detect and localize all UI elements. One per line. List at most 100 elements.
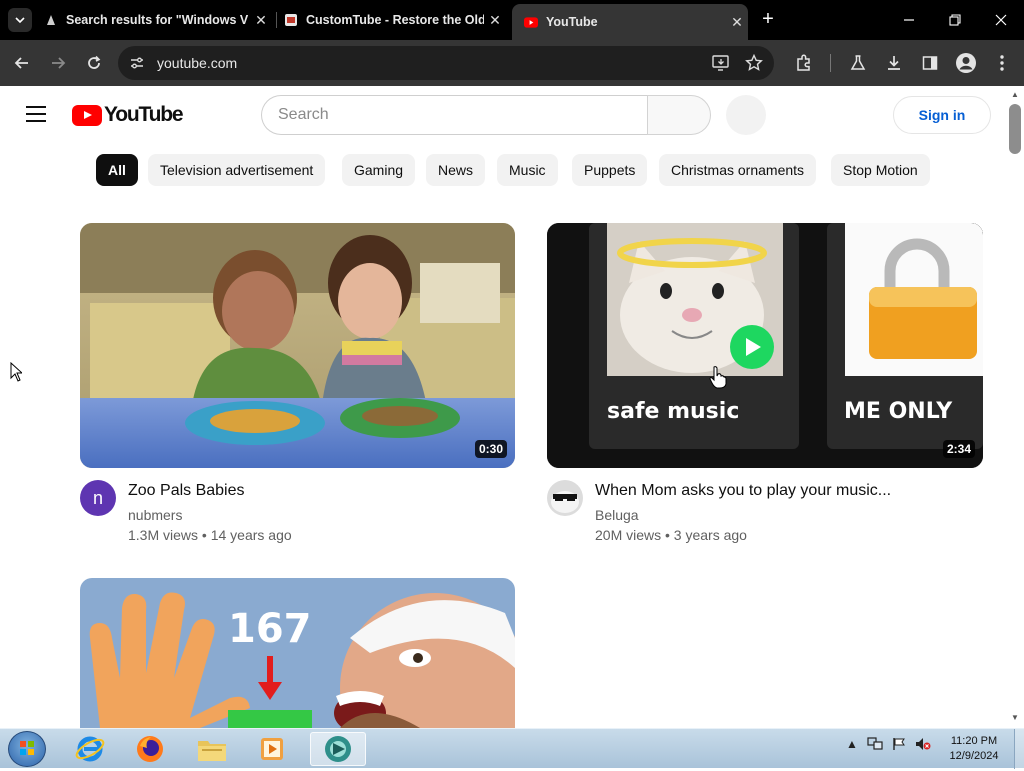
minimize-button[interactable] bbox=[886, 0, 932, 40]
youtube-logo[interactable]: YouTube bbox=[72, 103, 184, 127]
search-bar bbox=[261, 95, 711, 135]
scroll-down-arrow[interactable]: ▼ bbox=[1010, 713, 1020, 723]
search-engine-icon bbox=[44, 13, 58, 27]
show-hidden-icons-button[interactable]: ▲ bbox=[843, 735, 861, 753]
tab-customtube[interactable]: CustomTube - Restore the Old ✕ bbox=[284, 6, 506, 34]
network-icon[interactable] bbox=[866, 735, 884, 753]
tab-search-button[interactable] bbox=[8, 8, 32, 32]
close-icon[interactable]: ✕ bbox=[726, 14, 748, 31]
forward-button[interactable] bbox=[44, 49, 72, 77]
avatar-letter: n bbox=[92, 487, 103, 508]
video-title[interactable]: Zoo Pals Babies bbox=[128, 482, 245, 500]
browser-menu-button[interactable] bbox=[988, 49, 1016, 77]
browser-tab-bar: Search results for "Windows V ✕ CustomTu… bbox=[0, 0, 1024, 40]
extensions-button[interactable] bbox=[790, 49, 818, 77]
thumbnail-image: 167 bbox=[80, 578, 515, 728]
bookmark-star-icon[interactable] bbox=[743, 52, 765, 74]
logo-text: YouTube bbox=[104, 103, 184, 126]
new-tab-button[interactable]: + bbox=[756, 8, 780, 32]
youtube-play-logo-icon bbox=[72, 104, 102, 126]
taskbar-clock[interactable]: 11:20 PM 12/9/2024 bbox=[942, 734, 1006, 764]
page-scrollbar-thumb[interactable] bbox=[1009, 104, 1021, 154]
search-button[interactable] bbox=[647, 95, 711, 135]
channel-avatar[interactable] bbox=[547, 480, 583, 516]
minimize-icon bbox=[904, 19, 914, 21]
side-panel-button[interactable] bbox=[916, 49, 944, 77]
profile-button[interactable] bbox=[952, 49, 980, 77]
flask-icon bbox=[850, 55, 866, 70]
restore-button[interactable] bbox=[932, 0, 978, 40]
taskbar-media-player[interactable] bbox=[246, 732, 298, 766]
hamburger-icon bbox=[26, 106, 46, 108]
video-metadata: 1.3M views • 14 years ago bbox=[128, 527, 292, 543]
chip-christmas-ornaments[interactable]: Christmas ornaments bbox=[659, 154, 817, 186]
address-bar[interactable]: youtube.com bbox=[118, 46, 774, 80]
close-window-button[interactable] bbox=[978, 0, 1024, 40]
volume-muted-icon[interactable] bbox=[914, 735, 932, 753]
video-thumbnail-zoo-pals[interactable]: 0:30 bbox=[80, 223, 515, 468]
chip-puppets[interactable]: Puppets bbox=[572, 154, 648, 186]
more-vertical-icon bbox=[1000, 55, 1004, 71]
guide-menu-button[interactable] bbox=[22, 100, 50, 128]
downloads-button[interactable] bbox=[880, 49, 908, 77]
show-desktop-button[interactable] bbox=[1014, 729, 1024, 769]
site-settings-icon[interactable] bbox=[128, 54, 146, 72]
close-icon[interactable]: ✕ bbox=[250, 12, 272, 29]
tab-divider bbox=[276, 12, 277, 28]
browser-app-icon bbox=[325, 736, 351, 762]
action-center-flag-icon[interactable] bbox=[890, 735, 908, 753]
tab-title: CustomTube - Restore the Old bbox=[306, 13, 484, 27]
beluga-avatar-icon bbox=[547, 480, 583, 516]
firefox-icon bbox=[137, 736, 163, 762]
voice-search-button[interactable] bbox=[726, 95, 766, 135]
chip-music[interactable]: Music bbox=[497, 154, 558, 186]
customtube-icon bbox=[284, 13, 298, 27]
install-app-icon[interactable] bbox=[710, 52, 732, 74]
puzzle-icon bbox=[797, 54, 810, 71]
tab-search-results[interactable]: Search results for "Windows V ✕ bbox=[44, 6, 272, 34]
video-duration: 0:30 bbox=[474, 440, 507, 458]
taskbar-browser[interactable] bbox=[310, 732, 366, 766]
tab-title: YouTube bbox=[546, 15, 598, 29]
chip-all[interactable]: All bbox=[96, 154, 138, 186]
channel-name[interactable]: nubmers bbox=[128, 507, 182, 523]
video-thumbnail-mom-music[interactable]: safe music ME ONLY 2:34 bbox=[547, 223, 983, 468]
chevron-down-icon bbox=[15, 17, 25, 24]
taskbar-firefox[interactable] bbox=[124, 732, 176, 766]
taskbar-file-explorer[interactable] bbox=[186, 732, 238, 766]
video-metadata: 20M views • 3 years ago bbox=[595, 527, 747, 543]
close-icon bbox=[995, 14, 1007, 26]
close-icon[interactable]: ✕ bbox=[484, 12, 506, 29]
reload-button[interactable] bbox=[80, 49, 108, 77]
chip-stop-motion[interactable]: Stop Motion bbox=[831, 154, 930, 186]
channel-avatar[interactable]: n bbox=[80, 480, 116, 516]
video-title[interactable]: When Mom asks you to play your music... bbox=[595, 482, 891, 500]
channel-name[interactable]: Beluga bbox=[595, 507, 639, 523]
mouse-pointer-icon bbox=[10, 362, 22, 382]
download-icon bbox=[888, 56, 900, 70]
video-thumbnail-167[interactable]: 167 bbox=[80, 578, 515, 728]
sign-in-button[interactable]: Sign in bbox=[893, 96, 991, 134]
thumbnail-image bbox=[80, 223, 515, 468]
windows-logo-icon bbox=[20, 741, 34, 755]
start-button[interactable] bbox=[8, 731, 46, 767]
back-button[interactable] bbox=[8, 49, 36, 77]
tab-title: Search results for "Windows V bbox=[66, 13, 249, 27]
video-duration: 2:34 bbox=[942, 440, 975, 458]
taskbar-internet-explorer[interactable] bbox=[64, 732, 116, 766]
thumbnail-text-left: safe music bbox=[607, 399, 739, 424]
side-panel-icon bbox=[922, 56, 938, 70]
folder-icon bbox=[198, 741, 226, 761]
thumbnail-number: 167 bbox=[228, 606, 312, 652]
chip-news[interactable]: News bbox=[426, 154, 486, 186]
windows-taskbar: ▲ 11:20 PM 12/9/2024 bbox=[0, 728, 1024, 769]
hand-pointer-icon bbox=[709, 366, 727, 389]
chip-gaming[interactable]: Gaming bbox=[342, 154, 416, 186]
chip-television-advertisement[interactable]: Television advertisement bbox=[148, 154, 326, 186]
reload-icon bbox=[88, 55, 101, 69]
labs-button[interactable] bbox=[844, 49, 872, 77]
tab-youtube[interactable]: YouTube ✕ bbox=[512, 4, 748, 40]
search-input[interactable] bbox=[261, 95, 647, 135]
profile-avatar-icon bbox=[956, 53, 976, 73]
scroll-up-arrow[interactable]: ▲ bbox=[1010, 90, 1020, 100]
